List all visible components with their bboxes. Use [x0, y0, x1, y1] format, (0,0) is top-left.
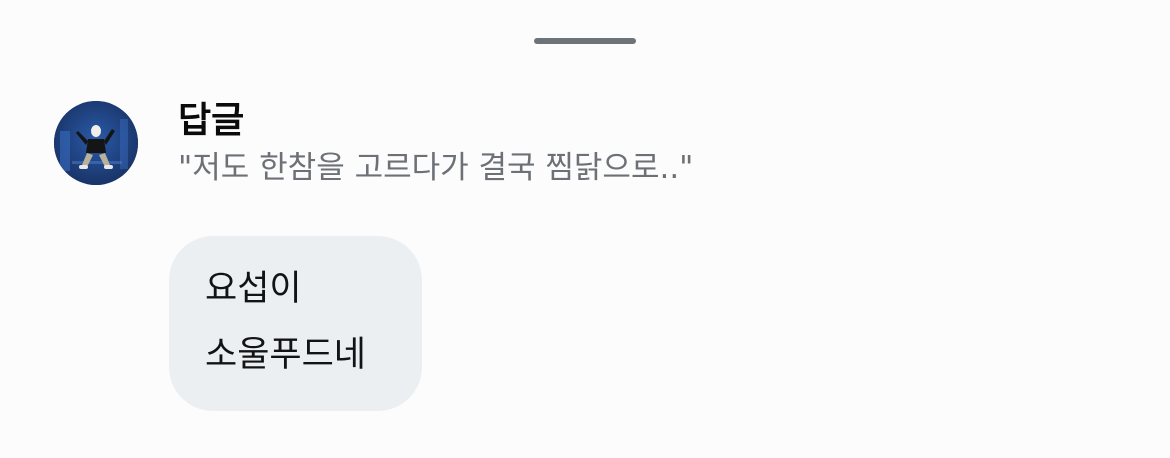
avatar-photo-icon	[54, 101, 138, 185]
message-line-2: 소울푸드네	[205, 335, 367, 375]
reply-quote: "저도 한참을 고르다가 결국 찜닭으로.."	[178, 150, 694, 186]
avatar[interactable]	[54, 101, 138, 185]
bottom-sheet: 답글 "저도 한참을 고르다가 결국 찜닭으로.." 요섭이 소울푸드네	[0, 0, 1170, 458]
message-bubble[interactable]: 요섭이 소울푸드네	[169, 236, 422, 411]
reply-title: 답글	[178, 100, 245, 141]
drag-handle-icon[interactable]	[534, 38, 636, 44]
message-line-1: 요섭이	[205, 269, 302, 309]
